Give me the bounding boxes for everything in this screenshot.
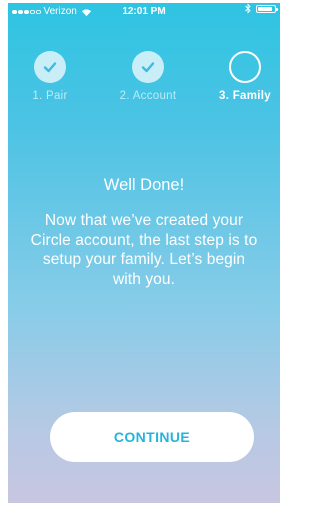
status-time: 12:01 PM [122,6,166,17]
step-account-complete-indicator [132,51,164,83]
checkmark-icon [43,62,57,73]
step-pair: 1. Pair [8,51,95,102]
step-family-current-indicator [229,51,261,83]
status-bar: Verizon 12:01 PM [8,3,280,21]
continue-button[interactable]: CONTINUE [50,412,254,462]
step-family: 3. Family [200,51,280,102]
step-account-label: 2. Account [119,90,177,102]
step-account: 2. Account [103,51,193,102]
step-pair-complete-indicator [34,51,66,83]
intro-message: Now that we’ve created your Circle accou… [30,212,258,288]
app-screen: Verizon 12:01 PM 1. Pair 2. Account 3. F… [8,3,280,503]
bluetooth-icon [245,3,251,14]
status-right [245,3,278,14]
checkmark-icon [141,62,155,73]
battery-icon [256,4,278,13]
step-pair-label: 1. Pair [32,90,68,102]
page-title: Well Done! [103,176,185,194]
step-family-label: 3. Family [219,90,271,102]
